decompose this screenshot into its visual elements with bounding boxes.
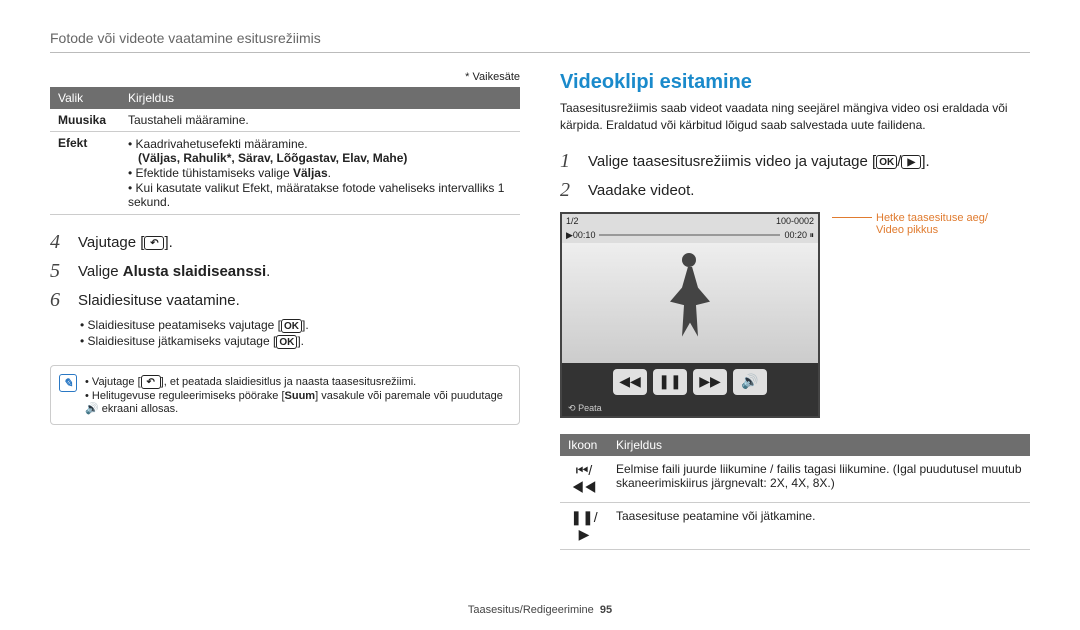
th-option: Valik (50, 87, 120, 109)
speaker-icon: 🔊 (85, 403, 99, 415)
row-music-desc: Taustaheli määramine. (120, 109, 520, 132)
video-time-current: ▶00:10 (566, 230, 595, 241)
video-time-total: 00:20 ⏸ (784, 230, 814, 241)
step-5-text: Valige Alusta slaidiseanssi. (78, 260, 270, 283)
video-body (562, 243, 818, 363)
back-icon: ↶ (144, 236, 164, 250)
rewind-button[interactable]: ◀◀ (613, 369, 647, 395)
back-icon: ↶ (141, 375, 161, 389)
step-5-num: 5 (50, 260, 68, 283)
icon-prev-rewind: ⏮/◀◀ (560, 456, 608, 503)
forward-button[interactable]: ▶▶ (693, 369, 727, 395)
note-icon: ✎ (59, 374, 77, 392)
row-effect-desc: Kaadrivahetusefekti määramine. (Väljas, … (120, 132, 520, 215)
row-effect-label: Efekt (50, 132, 120, 215)
left-column: * Vaikesäte Valik Kirjeldus Muusika Taus… (50, 71, 520, 550)
right-steps: 1 Valige taasesitusrežiimis video ja vaj… (560, 150, 1030, 202)
step-6-sub: Slaidiesituse peatamiseks vajutage [OK].… (80, 318, 520, 349)
rstep-1-num: 1 (560, 150, 578, 173)
th-icon: Ikoon (560, 434, 608, 456)
video-preview-area: 1/2 100-0002 ▶00:10 00:20 ⏸ ◀◀ ❚❚ ▶▶ 🔊 (560, 212, 1030, 418)
video-section-para: Taasesitusrežiimis saab videot vaadata n… (560, 100, 1030, 134)
dancer-silhouette (670, 253, 710, 353)
video-section-title: Videoklipi esitamine (560, 71, 1030, 94)
ok-icon: OK (276, 335, 297, 349)
video-filecode: 100-0002 (776, 216, 814, 226)
play-icon: ▶ (901, 155, 921, 169)
effect-b2a: Efektide tühistamiseks valige (136, 166, 293, 180)
video-callout: Hetke taasesituse aeg/ Video pikkus (832, 212, 988, 236)
desc-pause-play: Taasesituse peatamine või jätkamine. (608, 502, 1030, 549)
row-music-label: Muusika (50, 109, 120, 132)
step-6-text: Slaidiesituse vaatamine. (78, 289, 240, 312)
page-footer: Taasesitus/Redigeerimine 95 (0, 604, 1080, 616)
options-table: Valik Kirjeldus Muusika Taustaheli määra… (50, 87, 520, 215)
pause-button[interactable]: ❚❚ (653, 369, 687, 395)
footer-back-icon: ⟲ (568, 403, 576, 413)
rstep-2-text: Vaadake videot. (588, 179, 694, 202)
effect-b3: Kui kasutate valikut Efekt, määratakse f… (128, 181, 512, 209)
icon-pause-play: ❚❚/▶ (560, 502, 608, 549)
effect-b1: Kaadrivahetusefekti määramine. (136, 137, 308, 151)
video-screen: 1/2 100-0002 ▶00:10 00:20 ⏸ ◀◀ ❚❚ ▶▶ 🔊 (560, 212, 820, 418)
ok-icon: OK (281, 319, 302, 333)
rstep-1-text: Valige taasesitusrežiimis video ja vajut… (588, 150, 930, 173)
info-box: ✎ Vajutage [↶], et peatada slaidiesitlus… (50, 365, 520, 425)
volume-button[interactable]: 🔊 (733, 369, 767, 395)
desc-prev-rewind: Eelmise faili juurde liikumine / failis … (608, 456, 1030, 503)
step-4-text: Vajutage [↶]. (78, 231, 173, 254)
left-steps: 4 Vajutage [↶]. 5 Valige Alusta slaidise… (50, 231, 520, 349)
right-column: Videoklipi esitamine Taasesitusrežiimis … (560, 71, 1030, 550)
video-footer: ⟲ Peata (562, 401, 818, 416)
rstep-2-num: 2 (560, 179, 578, 202)
step-6-num: 6 (50, 289, 68, 312)
video-controls: ◀◀ ❚❚ ▶▶ 🔊 (562, 363, 818, 401)
info-line-2: Helitugevuse reguleerimiseks pöörake [Su… (85, 390, 511, 415)
page-header-title: Fotode või videote vaatamine esitusrežii… (50, 30, 1030, 53)
th-description: Kirjeldus (120, 87, 520, 109)
effect-b1-options: (Väljas, Rahulik*, Särav, Lõõgastav, Ela… (138, 151, 407, 165)
effect-b2c: . (328, 166, 331, 180)
default-setting-note: * Vaikesäte (50, 71, 520, 83)
two-column-layout: * Vaikesäte Valik Kirjeldus Muusika Taus… (50, 71, 1030, 550)
info-line-1: Vajutage [↶], et peatada slaidiesitlus j… (85, 375, 511, 389)
icon-table: Ikoon Kirjeldus ⏮/◀◀ Eelmise faili juurd… (560, 434, 1030, 550)
footer-text: Peata (578, 403, 602, 413)
progress-bar (599, 234, 780, 241)
ok-icon: OK (876, 155, 897, 169)
th-desc2: Kirjeldus (608, 434, 1030, 456)
video-counter: 1/2 (566, 216, 579, 226)
effect-b2b: Väljas (293, 166, 328, 180)
step-4-num: 4 (50, 231, 68, 254)
